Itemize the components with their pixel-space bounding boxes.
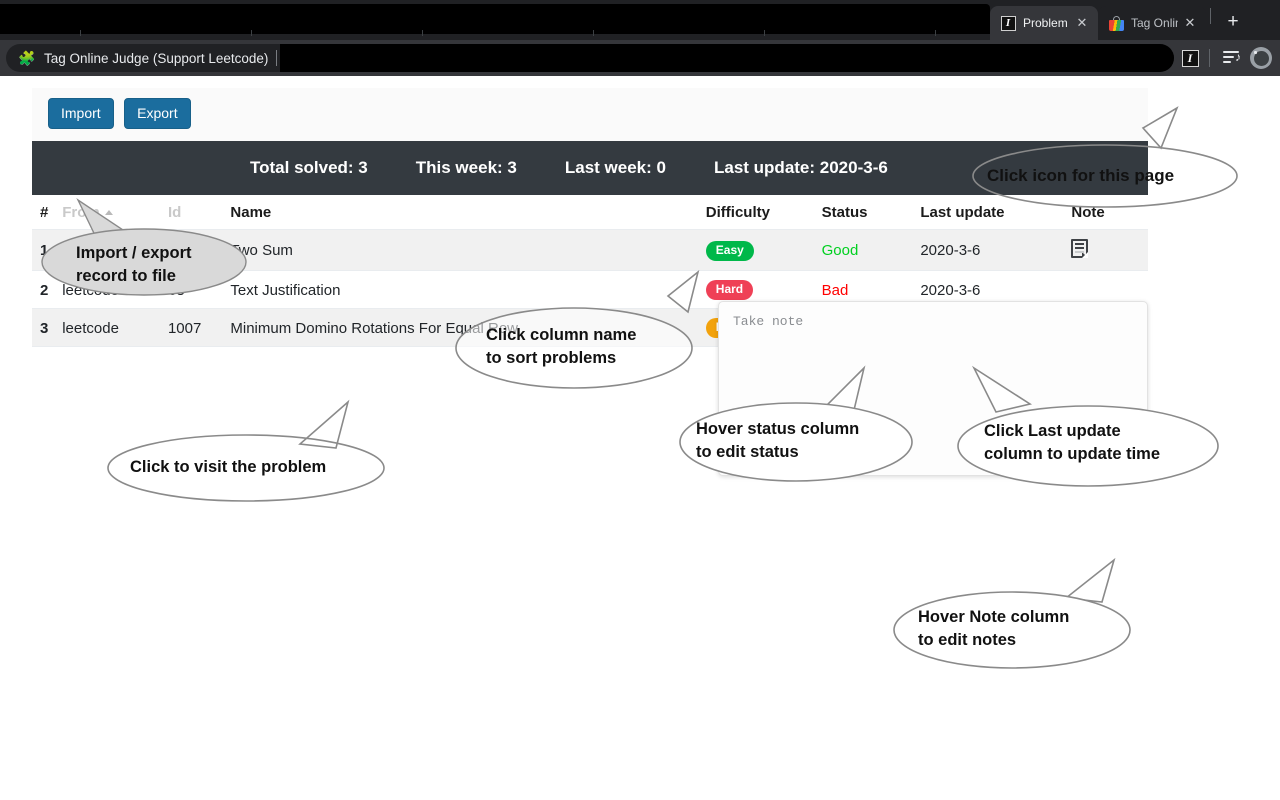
tab-divider — [1210, 8, 1211, 24]
cell-num: 3 — [32, 309, 62, 347]
callout-visit-problem: Click to visit the problem — [104, 398, 404, 506]
export-button[interactable]: Export — [124, 98, 190, 129]
cell-id: 1007 — [168, 309, 230, 347]
browser-toolbar: 🧩 Tag Online Judge (Support Leetcode) I … — [0, 40, 1280, 76]
cell-difficulty: Easy — [706, 230, 822, 271]
page-content: Import Export Total solved: 3 This week:… — [0, 76, 1280, 800]
column-header-status[interactable]: Status — [822, 195, 921, 230]
profile-avatar[interactable] — [1248, 45, 1274, 71]
column-header-name[interactable]: Name — [230, 195, 705, 230]
status-value: Good — [822, 242, 859, 259]
cell-note[interactable] — [1071, 230, 1148, 271]
stat-last-week: Last week: 0 — [565, 158, 666, 178]
callout-update-time: Click Last update column to update time — [952, 366, 1224, 494]
tab-close-icon[interactable]: ✕ — [1074, 15, 1090, 31]
puzzle-piece-icon: 🧩 — [18, 50, 34, 66]
tab-tag-online-judge[interactable]: Tag Onlin ✕ — [1098, 6, 1206, 40]
tab-close-icon[interactable]: ✕ — [1182, 15, 1198, 31]
callout-text: Click icon for this page — [987, 164, 1237, 187]
difficulty-badge: Easy — [706, 241, 754, 261]
cell-problem-name[interactable]: Two Sum — [230, 230, 705, 271]
callout-text: Click column name to sort problems — [486, 324, 706, 370]
address-bar[interactable]: 🧩 Tag Online Judge (Support Leetcode) — [6, 44, 1174, 72]
callout-import-export: Import / export record to file — [36, 192, 266, 302]
column-header-difficulty[interactable]: Difficulty — [706, 195, 822, 230]
import-button[interactable]: Import — [48, 98, 114, 129]
playlist-music-icon[interactable]: ♪ — [1219, 45, 1245, 71]
cell-status[interactable]: Good — [822, 230, 921, 271]
stat-total-solved: Total solved: 3 — [250, 158, 368, 178]
callout-edit-notes: Hover Note column to edit notes — [890, 558, 1142, 676]
callout-text: Hover status column to edit status — [696, 418, 916, 464]
tab-title: Tag Onlin — [1131, 16, 1178, 30]
new-tab-button[interactable]: + — [1219, 9, 1247, 37]
browser-chrome: I Problem S ✕ Tag Onlin ✕ + 🧩 Tag Online… — [0, 0, 1280, 76]
stat-last-update: Last update: 2020-3-6 — [714, 158, 888, 178]
extension-button[interactable]: I — [1177, 45, 1203, 71]
cell-last-update[interactable]: 2020-3-6 — [920, 230, 1071, 271]
chrome-web-store-icon — [1108, 15, 1124, 31]
address-bar-field[interactable] — [280, 44, 1174, 72]
callout-text: Hover Note column to edit notes — [918, 606, 1138, 652]
extension-italic-i-icon: I — [1182, 50, 1199, 67]
tab-problem-set[interactable]: I Problem S ✕ — [990, 6, 1098, 40]
address-bar-title: Tag Online Judge (Support Leetcode) — [44, 51, 268, 66]
callout-text: Import / export record to file — [76, 242, 266, 288]
tab-strip: I Problem S ✕ Tag Onlin ✕ + — [0, 0, 1280, 40]
callout-edit-status: Hover status column to edit status — [678, 366, 923, 491]
extension-italic-i-icon: I — [1000, 15, 1016, 31]
tab-separators — [80, 30, 1106, 36]
tab-title: Problem S — [1023, 16, 1070, 30]
stat-this-week: This week: 3 — [416, 158, 517, 178]
note-document-icon — [1071, 239, 1088, 258]
cell-from: leetcode — [62, 309, 168, 347]
callout-click-icon-page: Click icon for this page — [965, 104, 1265, 219]
callout-text: Click to visit the problem — [130, 456, 390, 479]
toolbar-divider — [1209, 49, 1210, 67]
address-bar-caret — [276, 50, 277, 66]
callout-text: Click Last update column to update time — [984, 420, 1224, 466]
status-value: Bad — [822, 282, 849, 299]
